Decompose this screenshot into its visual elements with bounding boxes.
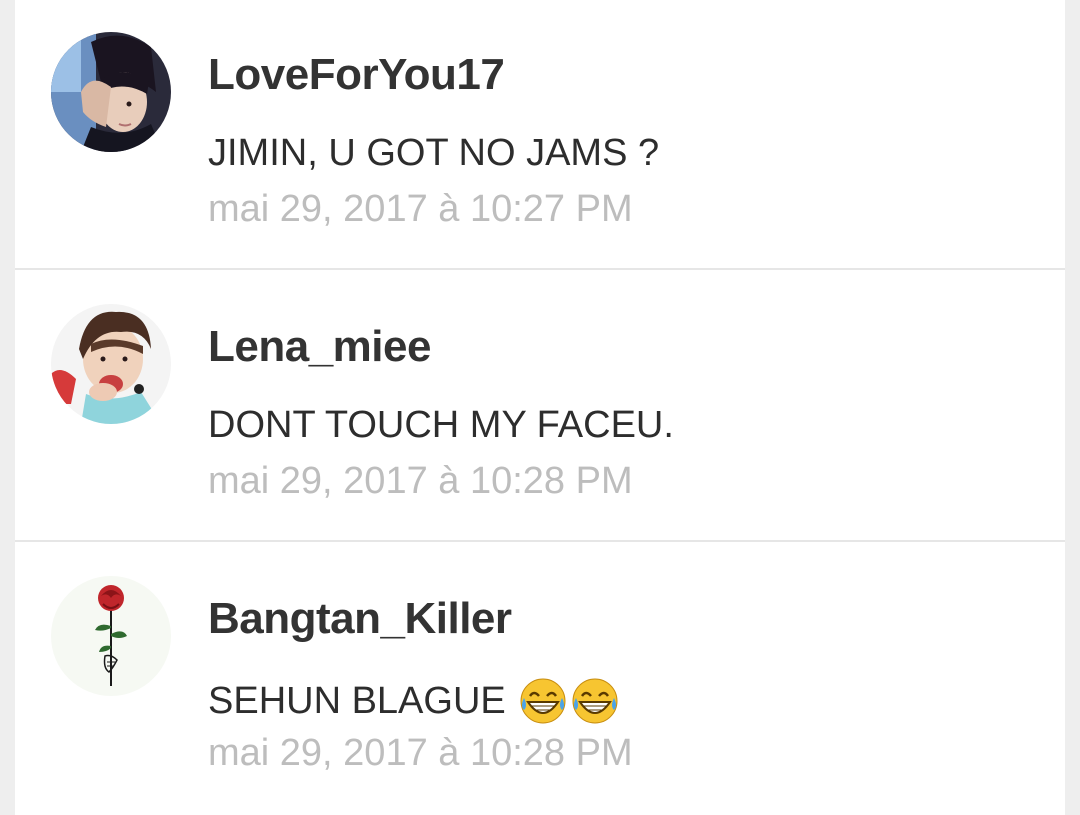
face-with-tears-of-joy-icon xyxy=(518,676,568,726)
emoji-group xyxy=(518,676,620,726)
user-avatar[interactable] xyxy=(51,304,171,424)
comment-text: JIMIN, U GOT NO JAMS ? xyxy=(208,132,659,175)
user-avatar[interactable] xyxy=(51,32,171,152)
face-with-tears-of-joy-icon xyxy=(570,676,620,726)
comment-item: Lena_miee DONT TOUCH MY FACEU. mai 29, 2… xyxy=(15,272,1065,542)
user-photo-avatar-icon xyxy=(51,304,171,424)
comment-timestamp: mai 29, 2017 à 10:27 PM xyxy=(208,188,633,230)
comment-text-body: JIMIN, U GOT NO JAMS ? xyxy=(208,132,660,174)
rose-avatar-icon xyxy=(51,576,171,696)
username[interactable]: Lena_miee xyxy=(208,322,431,372)
username[interactable]: Bangtan_Killer xyxy=(208,594,512,644)
comment-feed: LoveForYou17 JIMIN, U GOT NO JAMS ? mai … xyxy=(15,0,1065,815)
comment-text-body: SEHUN BLAGUE xyxy=(208,679,506,722)
username[interactable]: LoveForYou17 xyxy=(208,50,505,100)
comment-item: LoveForYou17 JIMIN, U GOT NO JAMS ? mai … xyxy=(15,0,1065,270)
comment-text: SEHUN BLAGUE xyxy=(208,676,620,726)
comment-text-body: DONT TOUCH MY FACEU. xyxy=(208,404,674,446)
comment-timestamp: mai 29, 2017 à 10:28 PM xyxy=(208,732,633,774)
user-photo-avatar-icon xyxy=(51,32,171,152)
comment-item: Bangtan_Killer SEHUN BLAGUE mai 29, 2017… xyxy=(15,544,1065,814)
comment-text: DONT TOUCH MY FACEU. xyxy=(208,404,674,447)
comment-timestamp: mai 29, 2017 à 10:28 PM xyxy=(208,460,633,502)
user-avatar[interactable] xyxy=(51,576,171,696)
